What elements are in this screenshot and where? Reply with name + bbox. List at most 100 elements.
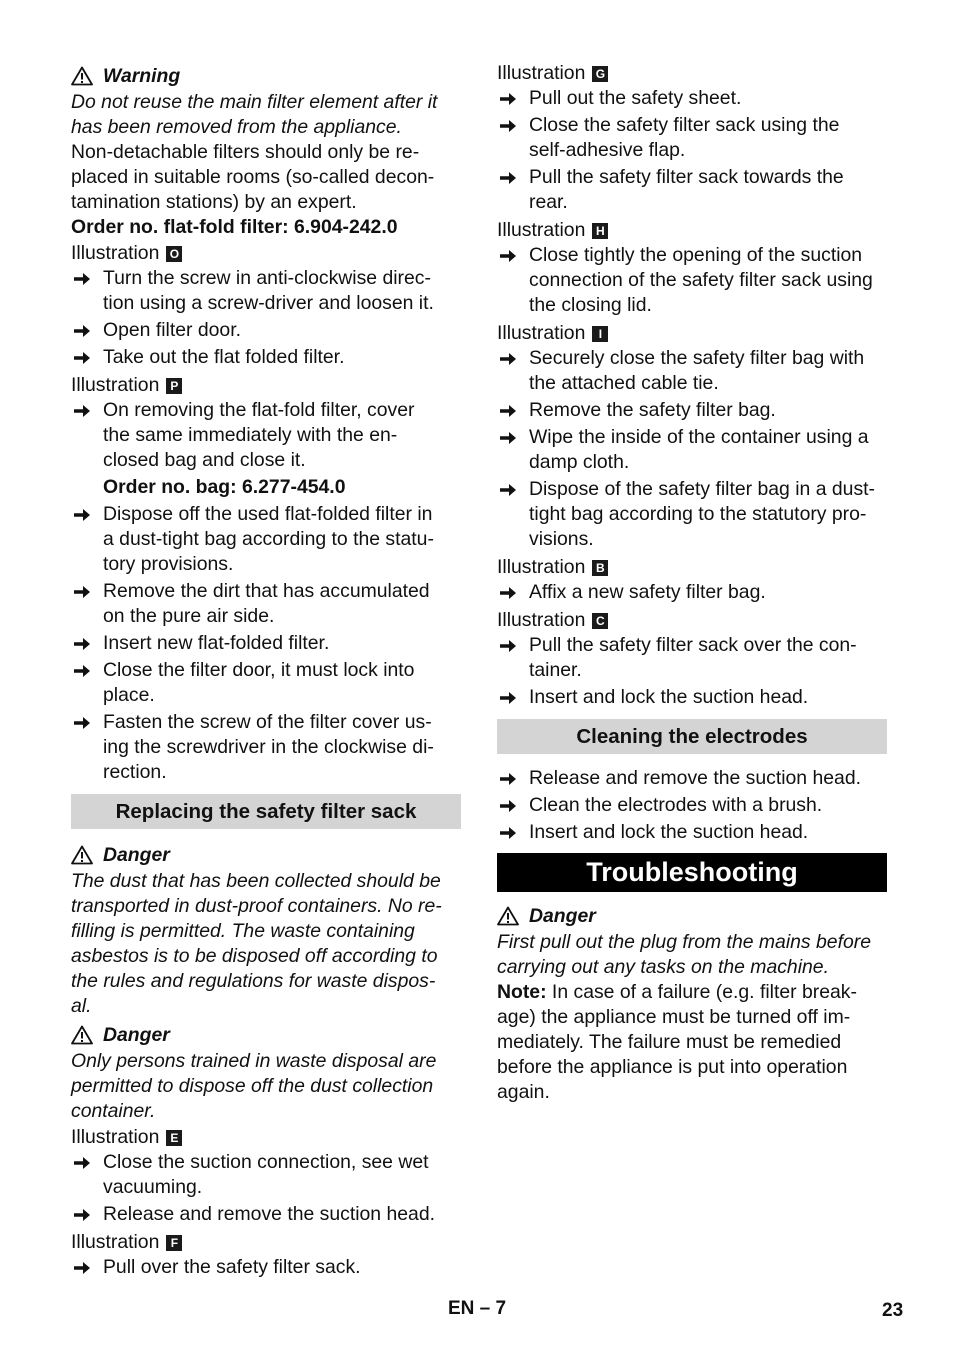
footer-section-code: EN – 7 — [448, 1298, 507, 1319]
step-list: Close tightly the opening of the suction… — [497, 243, 887, 318]
step-text-line: vacuuming. — [103, 1176, 203, 1198]
step-text-line: the closing lid. — [529, 294, 652, 316]
illustration-badge: E — [166, 1130, 183, 1146]
arrow-right-icon — [73, 631, 93, 656]
warning-label: Warning — [103, 64, 181, 87]
warning-body-line: Non-detachable filters should only be re… — [71, 141, 420, 163]
section-heading-cleaning-electrodes: Cleaning the electrodes — [497, 719, 887, 754]
arrow-right-icon — [73, 1255, 93, 1280]
instruction-step: Close the filter door, it must lock into… — [71, 658, 461, 708]
arrow-right-icon — [499, 820, 519, 845]
illustration-ref-e: Illustration E — [71, 1124, 461, 1150]
danger-line: container. — [71, 1100, 156, 1122]
illustration-ref-h: Illustration H — [497, 217, 887, 243]
step-text-line: Close the filter door, it must lock into — [103, 659, 415, 681]
danger-line: Only persons trained in waste disposal a… — [71, 1050, 437, 1072]
note-label: Note: — [497, 981, 547, 1003]
warning-triangle-icon — [71, 845, 93, 865]
step-list: Close the suction connection, see wet vac… — [71, 1150, 461, 1227]
illustration-label: Illustration — [497, 555, 586, 578]
step-text-line: the same immediately with the en- — [103, 424, 398, 446]
step-text-line: Insert new flat-folded filter. — [103, 632, 330, 654]
arrow-right-icon — [73, 318, 93, 343]
arrow-right-icon — [499, 580, 519, 605]
illustration-label: Illustration — [71, 1230, 160, 1253]
note-paragraph: Note: In case of a failure (e.g. filter … — [497, 980, 887, 1105]
instruction-step: Fasten the screw of the filter cover us-… — [71, 710, 461, 785]
instruction-step: Close tightly the opening of the suction… — [497, 243, 887, 318]
danger-line: filling is permitted. The waste containi… — [71, 920, 415, 942]
illustration-ref-b: Illustration B — [497, 554, 887, 580]
arrow-right-icon — [73, 266, 93, 291]
danger-line: The dust that has been collected should … — [71, 870, 441, 892]
instruction-step: Affix a new safety filter bag. — [497, 580, 887, 605]
danger-line: al. — [71, 995, 92, 1017]
danger-line: transported in dust-proof containers. No… — [71, 895, 442, 917]
step-text-line: damp cloth. — [529, 451, 630, 473]
step-list: Securely close the safety filter bag wit… — [497, 346, 887, 552]
step-text-line: Pull the safety filter sack towards the — [529, 166, 844, 188]
step-text-line: Dispose of the safety filter bag in a du… — [529, 478, 875, 500]
illustration-label: Illustration — [71, 1125, 160, 1148]
order-number-bag: Order no. bag: 6.277-454.0 — [103, 476, 346, 498]
instruction-step: Turn the screw in anti-clockwise direc-t… — [71, 266, 461, 316]
arrow-right-icon — [499, 425, 519, 450]
illustration-badge: P — [166, 378, 183, 394]
illustration-label: Illustration — [71, 373, 160, 396]
step-text-line: Dispose off the used flat-folded filter … — [103, 503, 433, 525]
danger-label: Danger — [103, 1023, 170, 1046]
instruction-step: Pull out the safety sheet. — [497, 86, 887, 111]
step-text-line: connection of the safety filter sack usi… — [529, 269, 873, 291]
arrow-right-icon — [499, 398, 519, 423]
danger-line: asbestos is to be disposed off according… — [71, 945, 438, 967]
danger-line: First pull out the plug from the mains b… — [497, 931, 871, 953]
arrow-right-icon — [73, 502, 93, 527]
arrow-right-icon — [73, 579, 93, 604]
illustration-ref-p: Illustration P — [71, 372, 461, 398]
chapter-heading-troubleshooting: Troubleshooting — [497, 853, 887, 892]
arrow-right-icon — [499, 633, 519, 658]
arrow-right-icon — [499, 766, 519, 791]
illustration-ref-c: Illustration C — [497, 607, 887, 633]
instruction-step: Release and remove the suction head. — [71, 1202, 461, 1227]
step-text-line: Turn the screw in anti-clockwise direc- — [103, 267, 431, 289]
warning-italic-line: has been removed from the appliance. — [71, 116, 402, 138]
arrow-right-icon — [499, 165, 519, 190]
arrow-right-icon — [499, 685, 519, 710]
step-list: On removing the flat-fold filter, cover t… — [71, 398, 461, 473]
step-text-line: Pull out the safety sheet. — [529, 87, 742, 109]
instruction-step: Close the suction connection, see wet vac… — [71, 1150, 461, 1200]
step-text-line: rear. — [529, 191, 568, 213]
step-text-line: Close the safety filter sack using the — [529, 114, 840, 136]
illustration-label: Illustration — [497, 321, 586, 344]
instruction-step: Remove the dirt that has accumulated on t… — [71, 579, 461, 629]
note-first-line: Note: In case of a failure (e.g. filter … — [497, 980, 887, 1005]
note-text: In case of a failure (e.g. filter break- — [546, 981, 857, 1003]
step-text-line: closed bag and close it. — [103, 449, 306, 471]
danger-heading: Danger — [497, 902, 887, 930]
step-text-line: the attached cable tie. — [529, 372, 719, 394]
warning-heading: Warning — [71, 62, 461, 90]
step-list: Pull the safety filter sack over the con… — [497, 633, 887, 710]
danger-label: Danger — [529, 904, 596, 927]
danger-line: the rules and regulations for waste disp… — [71, 970, 436, 992]
arrow-right-icon — [73, 345, 93, 370]
warning-triangle-icon — [71, 66, 93, 86]
instruction-step: Securely close the safety filter bag wit… — [497, 346, 887, 396]
step-text-line: tainer. — [529, 659, 582, 681]
warning-triangle-icon — [71, 1025, 93, 1045]
arrow-right-icon — [73, 658, 93, 683]
instruction-step: Wipe the inside of the container using a… — [497, 425, 887, 475]
step-text-line: tight bag according to the statutory pro… — [529, 503, 867, 525]
instruction-step: Pull the safety filter sack over the con… — [497, 633, 887, 683]
step-list: Turn the screw in anti-clockwise direc-t… — [71, 266, 461, 370]
illustration-label: Illustration — [497, 61, 586, 84]
illustration-label: Illustration — [71, 241, 160, 264]
step-list: Dispose off the used flat-folded filter … — [71, 502, 461, 785]
step-list: Affix a new safety filter bag. — [497, 580, 887, 605]
arrow-right-icon — [73, 1150, 93, 1175]
step-text-line: ing the screwdriver in the clockwise di- — [103, 736, 434, 758]
warning-text: Do not reuse the main filter element aft… — [71, 90, 461, 215]
step-text-line: Remove the dirt that has accumulated — [103, 580, 430, 602]
danger-heading: Danger — [71, 841, 461, 869]
